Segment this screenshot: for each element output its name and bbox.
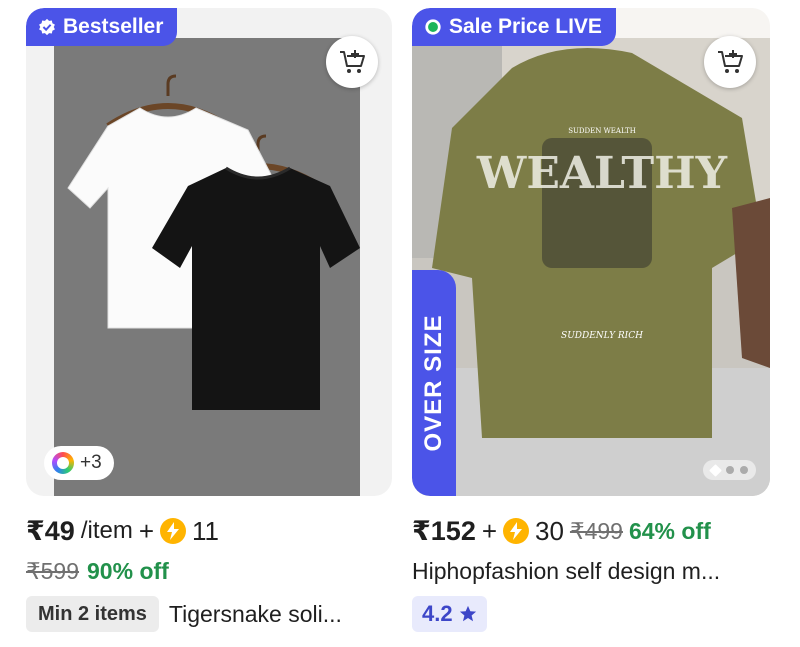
add-to-cart-icon (340, 50, 365, 73)
sale-live-badge: Sale Price LIVE (412, 8, 616, 46)
plus-sign: + (481, 515, 498, 546)
price: ₹49 (26, 515, 75, 546)
min-items-pill: Min 2 items (26, 596, 159, 632)
print-bottom-text: SUDDENLY RICH (561, 331, 643, 341)
bestseller-badge: Bestseller (26, 8, 178, 46)
carousel-indicator[interactable] (703, 460, 756, 480)
price-row: ₹49 /item + 11 (26, 514, 392, 548)
product-card-tshirt-pack[interactable]: Bestseller +3 ₹49 /item + 11 ₹599 90% of… (26, 8, 392, 632)
star-icon (459, 605, 476, 622)
meta-row: 4.2 (412, 596, 770, 632)
print-main-text: WEALTHY (476, 148, 728, 199)
more-colors-count: +3 (80, 452, 102, 473)
original-price: ₹599 (26, 557, 80, 584)
oversize-label: OVER SIZE (420, 314, 447, 452)
badge-label: Sale Price LIVE (449, 15, 602, 38)
discount-percent: 90% off (87, 557, 169, 584)
carousel-dot[interactable] (726, 466, 734, 474)
add-to-cart-icon (718, 50, 743, 73)
original-price: ₹499 (569, 517, 623, 544)
title-row: Hiphopfashion self design m... (412, 556, 770, 586)
discount-row: ₹599 90% off (26, 556, 392, 586)
product-title[interactable]: Tigersnake soli... (169, 601, 342, 628)
print-top-text: SUDDEN WEALTH (568, 127, 636, 135)
coins-amount: 11 (192, 515, 220, 546)
carousel-dot[interactable] (709, 463, 722, 477)
product-image-container[interactable]: Bestseller +3 (26, 8, 392, 496)
coin-bolt-icon (160, 518, 187, 544)
discount-percent: 64% off (628, 517, 711, 544)
product-image-bg (54, 38, 360, 496)
rating-value: 4.2 (422, 601, 453, 626)
carousel-dot[interactable] (740, 466, 748, 474)
add-to-cart-button[interactable] (326, 36, 378, 88)
coin-bolt-icon (503, 518, 530, 544)
verified-check-icon (39, 18, 55, 36)
live-dot-icon (425, 19, 441, 35)
plus-sign: + (138, 515, 155, 546)
price: ₹152 (412, 515, 476, 546)
oversize-tee-image: SUDDEN WEALTH WEALTHY SUDDENLY RICH (412, 38, 770, 496)
product-title[interactable]: Hiphopfashion self design m... (412, 558, 720, 585)
tshirt-pack-image (67, 74, 360, 410)
product-image-container[interactable]: SUDDEN WEALTH WEALTHY SUDDENLY RICH Sale… (412, 8, 770, 496)
per-unit: /item (80, 517, 133, 544)
meta-row: Min 2 items Tigersnake soli... (26, 596, 392, 632)
oversize-tag: OVER SIZE (412, 270, 456, 496)
coins-amount: 30 (535, 515, 564, 546)
more-colors-chip[interactable]: +3 (44, 446, 114, 480)
color-wheel-icon (52, 452, 74, 474)
product-image-bg: SUDDEN WEALTH WEALTHY SUDDENLY RICH (412, 38, 770, 496)
badge-label: Bestseller (63, 15, 164, 38)
add-to-cart-button[interactable] (704, 36, 756, 88)
product-card-oversize-tee[interactable]: SUDDEN WEALTH WEALTHY SUDDENLY RICH Sale… (412, 8, 770, 632)
rating-badge: 4.2 (412, 596, 487, 632)
price-row: ₹152 + 30 ₹499 64% off (412, 514, 770, 548)
